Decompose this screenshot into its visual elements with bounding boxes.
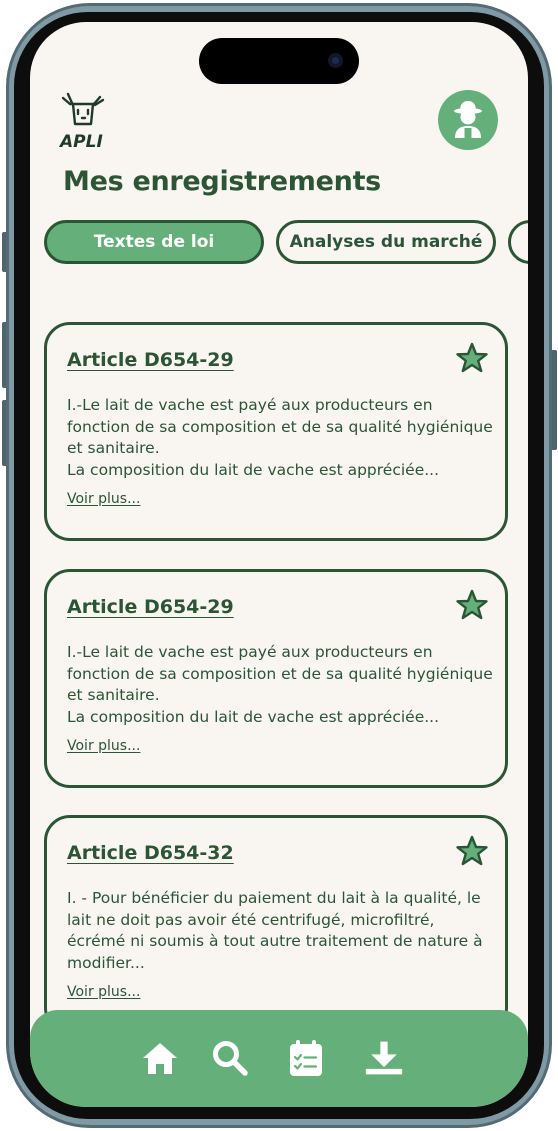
article-title[interactable]: Article D654-32 [67, 842, 234, 864]
page-title: Mes enregistrements [63, 166, 381, 197]
home-icon[interactable] [140, 1038, 180, 1078]
dynamic-island [199, 38, 359, 84]
calendar-checklist-icon[interactable] [286, 1038, 326, 1078]
bottom-navigation [30, 1010, 528, 1107]
farmer-avatar-button[interactable] [438, 90, 498, 150]
see-more-link[interactable]: Voir plus... [67, 738, 140, 754]
svg-text:APLI: APLI [58, 132, 103, 152]
article-excerpt: I.-Le lait de vache est payé aux product… [67, 395, 497, 481]
cow-logo-icon: APLI [58, 92, 105, 152]
see-more-link[interactable]: Voir plus... [67, 491, 140, 507]
tab-next[interactable] [508, 220, 528, 264]
tab-textes-de-loi[interactable]: Textes de loi [44, 220, 264, 264]
excerpt-paragraph: I.-Le lait de vache est payé aux product… [67, 643, 493, 704]
star-icon[interactable] [455, 588, 489, 622]
app-logo[interactable]: APLI [58, 90, 108, 152]
see-more-link[interactable]: Voir plus... [67, 984, 140, 1000]
article-excerpt: I. - Pour bénéficier du paiement du lait… [67, 888, 497, 974]
category-tabs: Textes de loi Analyses du marché [44, 220, 528, 272]
excerpt-paragraph: La composition du lait de vache est appr… [67, 460, 440, 479]
article-title[interactable]: Article D654-29 [67, 349, 234, 371]
front-camera-icon [328, 53, 343, 68]
farmer-avatar-icon [454, 101, 482, 138]
star-icon[interactable] [455, 834, 489, 868]
app-screen: APLI Mes enregistrements Textes de loi A… [30, 22, 528, 1107]
search-icon[interactable] [210, 1038, 250, 1078]
star-icon[interactable] [455, 341, 489, 375]
saved-article-card[interactable]: Article D654-32 I. - Pour bénéficier du … [44, 815, 508, 1034]
saved-article-card[interactable]: Article D654-29 I.-Le lait de vache est … [44, 569, 508, 788]
excerpt-paragraph: I. - Pour bénéficier du paiement du lait… [67, 889, 483, 972]
excerpt-paragraph: La composition du lait de vache est appr… [67, 707, 440, 726]
article-title[interactable]: Article D654-29 [67, 596, 234, 618]
tab-analyses-du-marche[interactable]: Analyses du marché [276, 220, 496, 264]
saved-article-card[interactable]: Article D654-29 I.-Le lait de vache est … [44, 322, 508, 541]
article-excerpt: I.-Le lait de vache est payé aux product… [67, 642, 497, 728]
download-icon[interactable] [364, 1038, 404, 1078]
excerpt-paragraph: I.-Le lait de vache est payé aux product… [67, 396, 493, 457]
